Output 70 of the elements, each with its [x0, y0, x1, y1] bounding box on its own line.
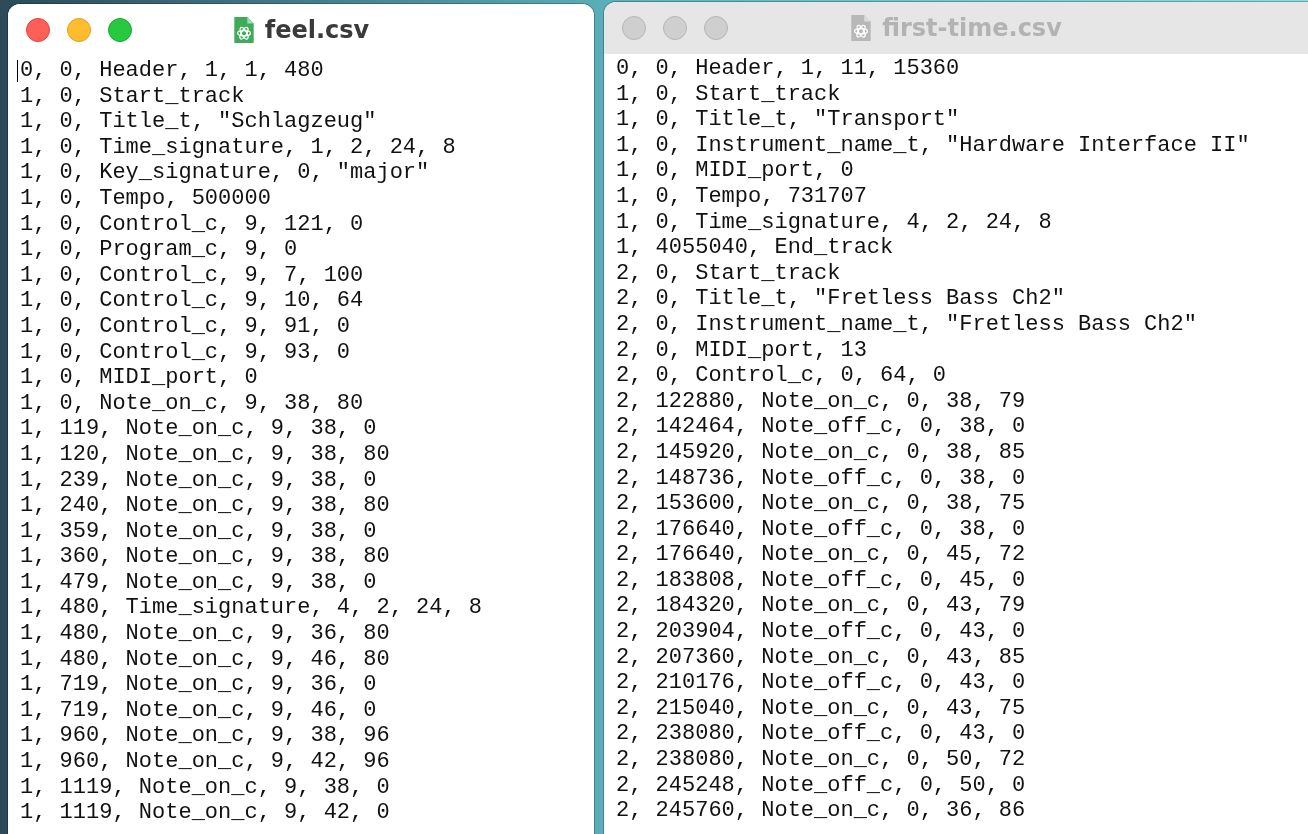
csv-line: 2, 203904, Note_off_c, 0, 43, 0: [616, 619, 1027, 645]
csv-line: 1, 120, Note_on_c, 9, 38, 80: [20, 441, 391, 468]
csv-line: 1, 480, Note_on_c, 9, 36, 80: [20, 621, 391, 647]
csv-line: 1, 0, Time_signature, 1, 2, 24, 8: [20, 134, 457, 161]
csv-line: 1, 4055040, End_track: [616, 235, 895, 261]
csv-line: 2, 145920, Note_on_c, 0, 38, 85: [616, 439, 1027, 466]
csv-line: 2, 215040, Note_on_c, 0, 43, 75: [616, 695, 1027, 722]
csv-line: 1, 1119, Note_on_c, 9, 38, 0: [20, 774, 391, 801]
zoom-button[interactable]: [704, 16, 728, 40]
csv-line: 2, 238080, Note_off_c, 0, 43, 0: [616, 721, 1027, 748]
file-icon: [232, 16, 255, 44]
csv-line: 1, 0, MIDI_port, 0: [616, 158, 855, 184]
csv-line: 0, 0, Header, 1, 11, 15360: [616, 56, 961, 82]
csv-line: 1, 0, Note_on_c, 9, 38, 80: [20, 390, 365, 417]
csv-line: 1, 719, Note_on_c, 9, 46, 0: [20, 697, 378, 724]
csv-line: 0, 0, Header, 1, 1, 480: [20, 58, 325, 84]
csv-line: 2, 207360, Note_on_c, 0, 43, 85: [616, 644, 1027, 671]
csv-line: 1, 1119, Note_on_c, 9, 42, 0: [20, 800, 391, 826]
csv-line: 1, 0, Title_t, "Schlagzeug": [20, 109, 378, 135]
csv-line: 1, 359, Note_on_c, 9, 38, 0: [20, 518, 378, 545]
csv-line: 1, 240, Note_on_c, 9, 38, 80: [20, 493, 391, 519]
csv-line: 1, 0, Control_c, 9, 121, 0: [20, 211, 365, 238]
minimize-button[interactable]: [67, 18, 91, 42]
csv-line: 1, 719, Note_on_c, 9, 36, 0: [20, 672, 378, 698]
csv-line: 1, 960, Note_on_c, 9, 38, 96: [20, 723, 391, 750]
text-cursor: [17, 60, 18, 82]
csv-line: 2, 0, MIDI_port, 13: [616, 337, 868, 364]
csv-line: 2, 210176, Note_off_c, 0, 43, 0: [616, 670, 1027, 696]
csv-line: 2, 238080, Note_on_c, 0, 50, 72: [616, 747, 1027, 773]
csv-line: 2, 183808, Note_off_c, 0, 45, 0: [616, 567, 1027, 594]
csv-line: 2, 176640, Note_on_c, 0, 45, 72: [616, 542, 1027, 568]
csv-line: 2, 0, Control_c, 0, 64, 0: [616, 363, 948, 389]
csv-line: 1, 480, Note_on_c, 9, 46, 80: [20, 646, 391, 673]
csv-line: 1, 0, Control_c, 9, 93, 0: [20, 339, 352, 366]
csv-line: 2, 0, Instrument_name_t, "Fretless Bass Ch2": [616, 311, 1198, 338]
csv-line: 2, 184320, Note_on_c, 0, 43, 79: [616, 593, 1027, 620]
file-icon: [850, 14, 873, 42]
csv-line: 1, 0, Control_c, 9, 91, 0: [20, 313, 352, 340]
csv-line: 1, 0, Key_signature, 0, "major": [20, 160, 431, 186]
zoom-button[interactable]: [108, 18, 132, 42]
csv-line: 1, 960, Note_on_c, 9, 42, 96: [20, 749, 391, 775]
csv-line: 1, 0, Title_t, "Transport": [616, 107, 961, 133]
csv-line: 2, 142464, Note_off_c, 0, 38, 0: [616, 414, 1027, 440]
window-title: feel.csv: [264, 16, 370, 44]
csv-line: 1, 360, Note_on_c, 9, 38, 80: [20, 544, 391, 570]
csv-line: 2, 122880, Note_on_c, 0, 38, 79: [616, 388, 1027, 415]
csv-line: 1, 480, Time_signature, 4, 2, 24, 8: [20, 595, 484, 622]
csv-line: 1, 0, Control_c, 9, 7, 100: [20, 262, 365, 289]
csv-line: 1, 119, Note_on_c, 9, 38, 0: [20, 416, 378, 442]
csv-line: 2, 176640, Note_off_c, 0, 38, 0: [616, 516, 1027, 543]
csv-line: 2, 0, Title_t, "Fretless Bass Ch2": [616, 286, 1066, 312]
minimize-button[interactable]: [663, 16, 687, 40]
csv-line: 1, 0, Start_track: [616, 81, 842, 108]
csv-line: 1, 0, Time_signature, 4, 2, 24, 8: [616, 209, 1053, 236]
csv-line: 2, 153600, Note_on_c, 0, 38, 75: [616, 491, 1027, 517]
csv-line: 2, 245248, Note_off_c, 0, 50, 0: [616, 772, 1027, 799]
csv-line: 2, 148736, Note_off_c, 0, 38, 0: [616, 465, 1027, 492]
csv-line: 1, 0, Control_c, 9, 10, 64: [20, 288, 365, 314]
csv-line: 1, 479, Note_on_c, 9, 38, 0: [20, 569, 378, 596]
csv-line: 1, 0, Tempo, 731707: [616, 183, 868, 210]
csv-line: 1, 0, Start_track: [20, 83, 246, 110]
csv-line: 2, 0, Start_track: [616, 260, 842, 287]
close-button[interactable]: [622, 16, 646, 40]
csv-line: 1, 239, Note_on_c, 9, 38, 0: [20, 467, 378, 494]
csv-line: 1, 0, Tempo, 500000: [20, 185, 272, 212]
csv-line: 1, 0, Instrument_name_t, "Hardware Interface II": [616, 132, 1251, 159]
csv-line: 1, 0, Program_c, 9, 0: [20, 237, 299, 263]
csv-line: 1, 0, MIDI_port, 0: [20, 365, 259, 391]
close-button[interactable]: [26, 18, 50, 42]
csv-line: 2, 245760, Note_on_c, 0, 36, 86: [616, 798, 1027, 824]
